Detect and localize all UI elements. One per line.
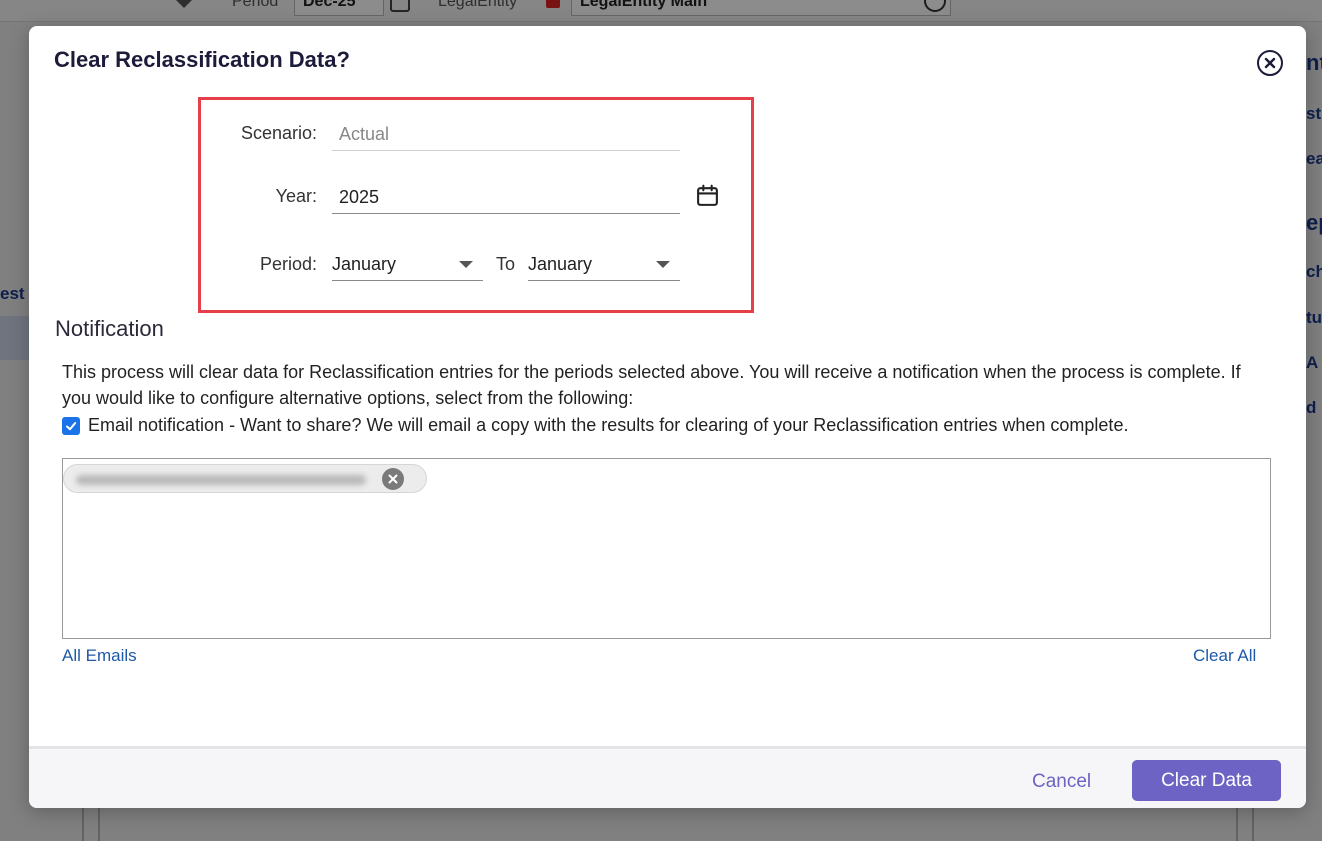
clear-reclassification-dialog: Clear Reclassification Data? Scenario: A… (29, 26, 1306, 808)
remove-chip-icon (388, 474, 398, 484)
notification-heading: Notification (55, 316, 164, 341)
period-from-value: January (332, 254, 397, 274)
dialog-footer: Cancel Clear Data (29, 746, 1306, 808)
to-label: To (496, 254, 516, 274)
notification-description: This process will clear data for Reclass… (62, 362, 1241, 408)
remove-chip-button[interactable] (382, 468, 404, 490)
period-to-value: January (528, 254, 593, 274)
calendar-icon[interactable] (695, 183, 720, 208)
email-recipients-field[interactable] (62, 458, 1271, 639)
cancel-button[interactable]: Cancel (1032, 771, 1091, 793)
scenario-field: Actual (332, 117, 680, 151)
clear-all-link[interactable]: Clear All (1193, 646, 1256, 666)
redacted-email (76, 475, 366, 485)
dialog-title: Clear Reclassification Data? (54, 47, 350, 72)
scenario-label: Scenario: (240, 123, 317, 143)
period-from-select[interactable]: January (332, 247, 483, 281)
period-label: Period: (259, 254, 317, 274)
email-notification-checkbox[interactable] (62, 416, 80, 435)
chevron-down-icon (656, 261, 670, 268)
year-input[interactable]: 2025 (332, 180, 680, 214)
email-notification-option[interactable]: Email notification - Want to share? We w… (62, 415, 1128, 436)
close-icon (1264, 57, 1276, 69)
period-to-select[interactable]: January (528, 247, 680, 281)
chevron-down-icon (459, 261, 473, 268)
clear-data-button[interactable]: Clear Data (1132, 760, 1281, 801)
check-icon (66, 421, 77, 430)
close-button[interactable] (1257, 50, 1283, 76)
email-notification-label: Email notification - Want to share? We w… (88, 415, 1129, 435)
all-emails-link[interactable]: All Emails (62, 646, 137, 666)
year-label: Year: (275, 186, 317, 206)
email-chip (63, 464, 427, 493)
